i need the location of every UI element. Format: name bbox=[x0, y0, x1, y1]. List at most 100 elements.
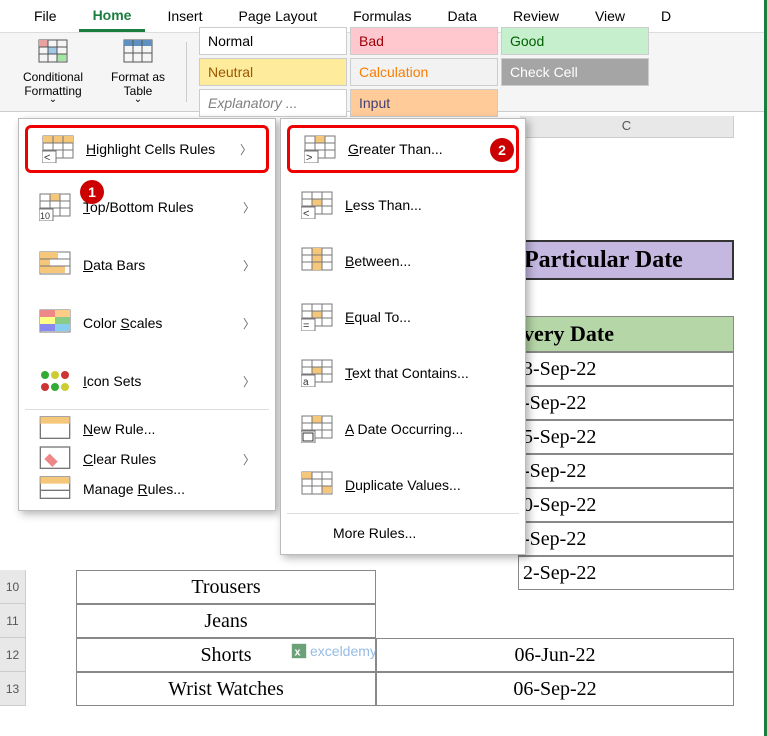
less-than-label: Less Than... bbox=[345, 197, 505, 213]
more-rules-label: More Rules... bbox=[333, 525, 505, 541]
format-as-table-button[interactable]: Format as Table ⌄ bbox=[102, 34, 174, 111]
highlight-cells-submenu: > Greater Than... < Less Than... Between… bbox=[280, 118, 526, 555]
cell-b10[interactable]: Trousers bbox=[76, 570, 376, 604]
submenu-arrow-icon: 〉 bbox=[243, 451, 255, 468]
ribbon: Conditional Formatting ⌄ Format as Table… bbox=[0, 32, 764, 112]
style-input[interactable]: Input bbox=[350, 89, 498, 117]
greater-than-label: Greater Than... bbox=[348, 141, 502, 157]
callout-badge-1: 1 bbox=[80, 180, 104, 204]
submenu-arrow-icon: 〉 bbox=[243, 257, 255, 274]
cell-b11[interactable]: Jeans bbox=[76, 604, 376, 638]
date-occurring-item[interactable]: A Date Occurring... bbox=[287, 405, 519, 453]
manage-rules-icon bbox=[39, 475, 71, 503]
cell-c6[interactable]: -Sep-22 bbox=[518, 386, 734, 420]
less-than-icon: < bbox=[301, 191, 333, 219]
row-header-12[interactable]: 12 bbox=[0, 638, 26, 672]
new-rule-icon bbox=[39, 415, 71, 443]
row-header-10[interactable]: 10 bbox=[0, 570, 26, 604]
new-rule-label: New Rule... bbox=[83, 421, 255, 437]
ribbon-divider bbox=[186, 42, 187, 102]
cell-c10[interactable]: -Sep-22 bbox=[518, 522, 734, 556]
cell-b13[interactable]: Wrist Watches bbox=[76, 672, 376, 706]
highlight-cells-rules-label: HHighlight Cells Rulesighlight Cells Rul… bbox=[86, 141, 228, 157]
between-item[interactable]: Between... bbox=[287, 237, 519, 285]
row-header-11[interactable]: 11 bbox=[0, 604, 26, 638]
watermark: x exceldemy bbox=[290, 642, 377, 660]
top-bottom-icon: 10 bbox=[39, 193, 71, 221]
manage-rules-item[interactable]: Manage Rules... bbox=[25, 474, 269, 504]
more-rules-item[interactable]: More Rules... bbox=[287, 518, 519, 548]
date-occurring-label: A Date Occurring... bbox=[345, 421, 505, 437]
submenu-arrow-icon: 〉 bbox=[240, 141, 252, 158]
color-scales-icon bbox=[39, 309, 71, 337]
text-contains-item[interactable]: a Text that Contains... bbox=[287, 349, 519, 397]
data-bars-item[interactable]: Data Bars 〉 bbox=[25, 241, 269, 289]
svg-text:<: < bbox=[44, 152, 50, 163]
submenu-arrow-icon: 〉 bbox=[243, 315, 255, 332]
menu-insert[interactable]: Insert bbox=[153, 2, 216, 30]
style-neutral[interactable]: Neutral bbox=[199, 58, 347, 86]
cell-c7[interactable]: 5-Sep-22 bbox=[518, 420, 734, 454]
color-scales-item[interactable]: Color Scales 〉 bbox=[25, 299, 269, 347]
clear-rules-label: Clear Rules bbox=[83, 451, 231, 467]
duplicate-values-item[interactable]: Duplicate Values... bbox=[287, 461, 519, 509]
cell-c11[interactable]: 2-Sep-22 bbox=[518, 556, 734, 590]
svg-text:x: x bbox=[295, 647, 301, 659]
cell-styles-gallery: Normal Bad Good Neutral Calculation Chec… bbox=[199, 27, 659, 117]
cell-c5[interactable]: 3-Sep-22 bbox=[518, 352, 734, 386]
style-calculation[interactable]: Calculation bbox=[350, 58, 498, 86]
watermark-text: exceldemy bbox=[310, 643, 377, 659]
menu-separator bbox=[25, 409, 269, 410]
equal-to-item[interactable]: = Equal To... bbox=[287, 293, 519, 341]
date-occurring-icon bbox=[301, 415, 333, 443]
callout-badge-2: 2 bbox=[490, 138, 514, 162]
top-bottom-rules-label: Top/Bottom Rules bbox=[83, 199, 231, 215]
data-bars-label: Data Bars bbox=[83, 257, 231, 273]
cell-c12[interactable]: 06-Jun-22 bbox=[376, 638, 734, 672]
header-delivery-date[interactable]: very Date bbox=[518, 316, 734, 352]
new-rule-item[interactable]: New Rule... bbox=[25, 414, 269, 444]
menu-data[interactable]: Data bbox=[433, 2, 491, 30]
svg-text:a: a bbox=[303, 377, 309, 387]
menu-view[interactable]: View bbox=[581, 2, 639, 30]
style-explanatory[interactable]: Explanatory ... bbox=[199, 89, 347, 117]
less-than-item[interactable]: < Less Than... bbox=[287, 181, 519, 229]
banner-cell[interactable]: Particular Date bbox=[518, 240, 734, 280]
greater-than-icon: > bbox=[304, 135, 336, 163]
equal-to-label: Equal To... bbox=[345, 309, 505, 325]
watermark-icon: x bbox=[290, 642, 308, 660]
conditional-formatting-button[interactable]: Conditional Formatting ⌄ bbox=[12, 34, 94, 111]
icon-sets-item[interactable]: Icon Sets 〉 bbox=[25, 357, 269, 405]
conditional-formatting-icon bbox=[37, 38, 69, 70]
style-good[interactable]: Good bbox=[501, 27, 649, 55]
row-header-13[interactable]: 13 bbox=[0, 672, 26, 706]
submenu-arrow-icon: 〉 bbox=[243, 199, 255, 216]
style-check-cell[interactable]: Check Cell bbox=[501, 58, 649, 86]
duplicate-values-icon bbox=[301, 471, 333, 499]
top-bottom-rules-item[interactable]: 10 Top/Bottom Rules 〉 bbox=[25, 183, 269, 231]
chevron-down-icon: ⌄ bbox=[49, 94, 57, 106]
chevron-down-icon: ⌄ bbox=[134, 94, 142, 106]
column-header-c[interactable]: C bbox=[520, 116, 734, 138]
cell-c9[interactable]: 0-Sep-22 bbox=[518, 488, 734, 522]
cell-c8[interactable]: -Sep-22 bbox=[518, 454, 734, 488]
style-bad[interactable]: Bad bbox=[350, 27, 498, 55]
clear-rules-icon bbox=[39, 445, 71, 473]
menu-more[interactable]: D bbox=[647, 2, 685, 30]
svg-text:=: = bbox=[303, 320, 309, 331]
style-normal[interactable]: Normal bbox=[199, 27, 347, 55]
clear-rules-item[interactable]: Clear Rules 〉 bbox=[25, 444, 269, 474]
color-scales-label: Color Scales bbox=[83, 315, 231, 331]
cell-c13[interactable]: 06-Sep-22 bbox=[376, 672, 734, 706]
conditional-formatting-menu: < HHighlight Cells Rulesighlight Cells R… bbox=[18, 118, 276, 511]
highlight-cells-rules-item[interactable]: < HHighlight Cells Rulesighlight Cells R… bbox=[25, 125, 269, 173]
menu-file[interactable]: File bbox=[20, 2, 71, 30]
duplicate-values-label: Duplicate Values... bbox=[345, 477, 505, 493]
menu-home[interactable]: Home bbox=[79, 1, 146, 32]
between-label: Between... bbox=[345, 253, 505, 269]
text-contains-icon: a bbox=[301, 359, 333, 387]
menu-formulas[interactable]: Formulas bbox=[339, 2, 425, 30]
greater-than-item[interactable]: > Greater Than... bbox=[287, 125, 519, 173]
menu-pagelayout[interactable]: Page Layout bbox=[224, 2, 331, 30]
menu-review[interactable]: Review bbox=[499, 2, 573, 30]
